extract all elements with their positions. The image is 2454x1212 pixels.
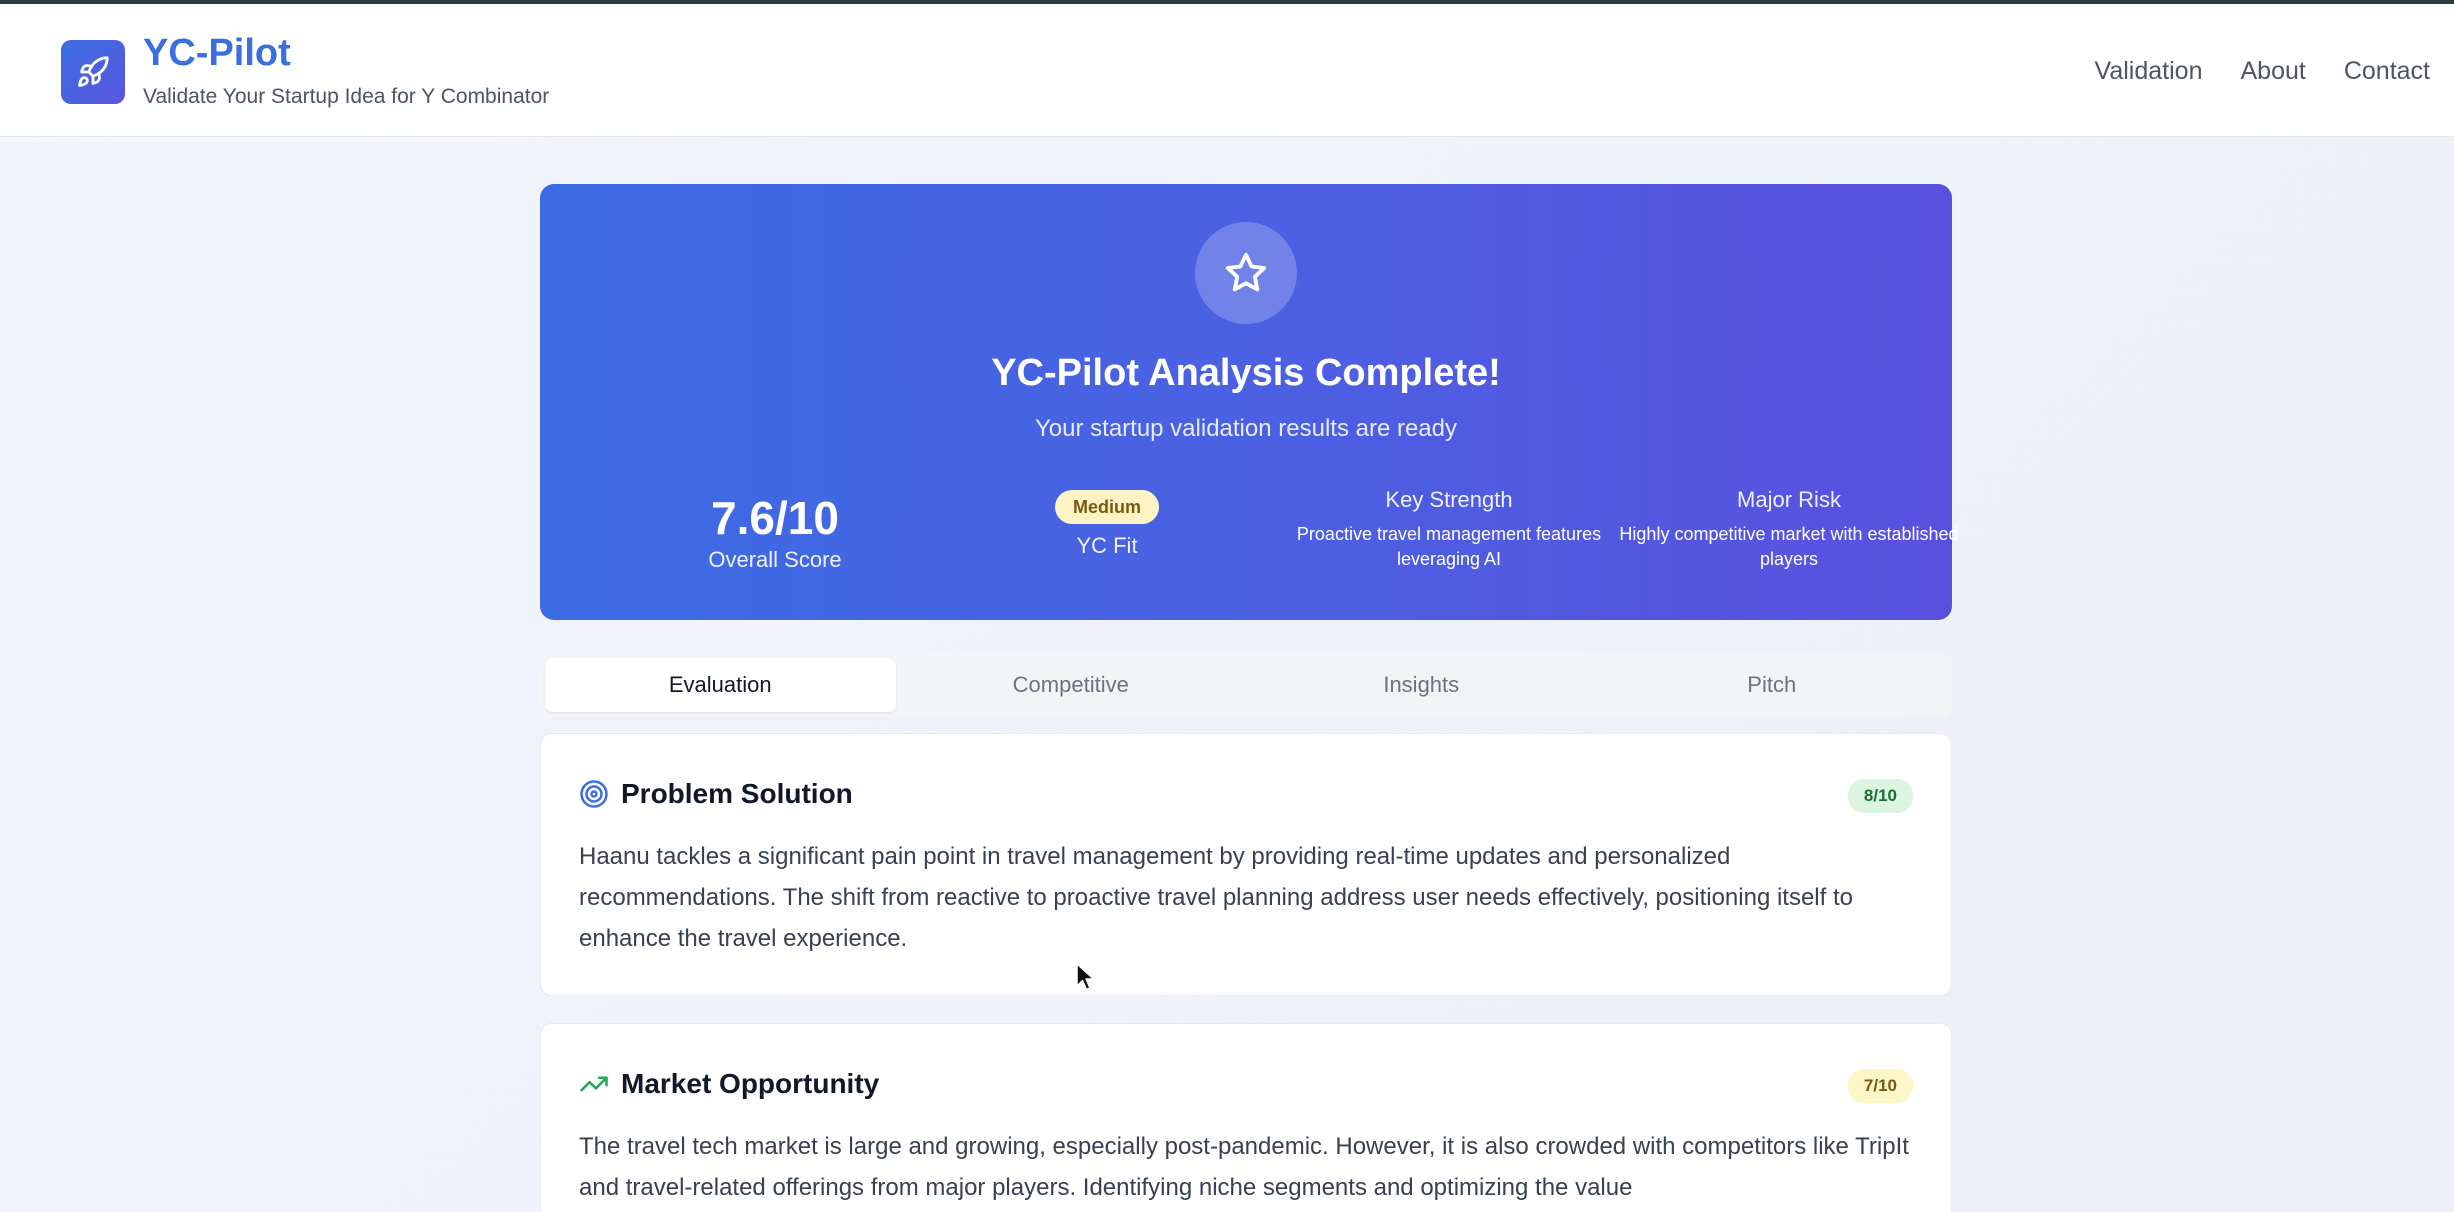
nav-validation[interactable]: Validation	[2095, 56, 2203, 86]
market-opportunity-card: Market Opportunity 7/10 The travel tech …	[540, 1023, 1952, 1212]
mouse-cursor-icon	[1076, 963, 1095, 991]
card-title: Problem Solution	[621, 778, 853, 809]
overall-score-stat: 7.6/10 Overall Score	[605, 484, 945, 574]
score-badge: 7/10	[1847, 1069, 1913, 1103]
overall-score-value: 7.6/10	[711, 492, 839, 544]
app-header: YC-Pilot Validate Your Startup Idea for …	[0, 4, 2454, 137]
hero-subtitle: Your startup validation results are read…	[1034, 415, 1457, 442]
major-risk-text: Highly competitive market with establish…	[1619, 524, 1959, 569]
key-strength-label: Key Strength	[1385, 487, 1513, 512]
results-tabs: Evaluation Competitive Insights Pitch	[540, 653, 1952, 717]
card-title: Market Opportunity	[621, 1068, 880, 1099]
card-header: Problem Solution	[579, 777, 853, 811]
star-icon	[1225, 252, 1267, 292]
yc-fit-label: YC Fit	[1076, 533, 1138, 558]
problem-solution-card: Problem Solution 8/10 Haanu tackles a si…	[540, 733, 1952, 996]
brand-title[interactable]: YC-Pilot	[143, 30, 291, 76]
tab-competitive[interactable]: Competitive	[896, 658, 1247, 712]
major-risk-label: Major Risk	[1737, 487, 1841, 512]
hero-title: YC-Pilot Analysis Complete!	[991, 352, 1501, 394]
trending-up-icon	[580, 1076, 608, 1092]
main-nav: Validation About Contact	[2095, 56, 2430, 86]
card-body: Haanu tackles a significant pain point i…	[579, 843, 1853, 952]
yc-fit-stat: Medium YC Fit	[937, 484, 1277, 560]
major-risk-stat: Major Risk Highly competitive market wit…	[1619, 484, 1959, 572]
score-badge: 8/10	[1847, 779, 1913, 813]
key-strength-text: Proactive travel management features lev…	[1296, 524, 1602, 569]
card-body: The travel tech market is large and grow…	[579, 1133, 1909, 1201]
card-header: Market Opportunity	[579, 1067, 879, 1101]
brand-subtitle: Validate Your Startup Idea for Y Combina…	[143, 85, 550, 108]
results-hero: YC-Pilot Analysis Complete! Your startup…	[540, 184, 1959, 620]
nav-contact[interactable]: Contact	[2344, 56, 2430, 86]
overall-score-label: Overall Score	[708, 547, 842, 572]
tab-insights[interactable]: Insights	[1246, 658, 1597, 712]
nav-about[interactable]: About	[2240, 56, 2305, 86]
tab-evaluation[interactable]: Evaluation	[545, 658, 896, 712]
tab-pitch[interactable]: Pitch	[1597, 658, 1948, 712]
yc-fit-badge: Medium	[1054, 490, 1159, 524]
logo[interactable]	[61, 40, 125, 104]
rocket-icon	[78, 56, 109, 87]
target-icon	[580, 780, 608, 808]
hero-icon-circle	[1195, 222, 1297, 324]
key-strength-stat: Key Strength Proactive travel management…	[1279, 484, 1619, 572]
